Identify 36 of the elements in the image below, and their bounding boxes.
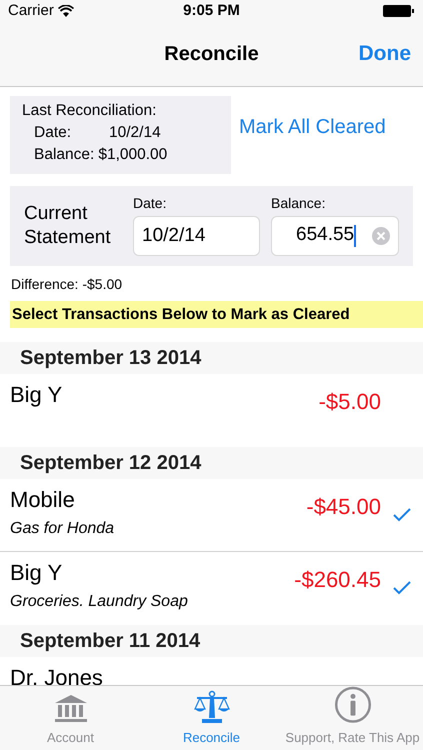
date-label: Date:	[133, 194, 168, 212]
note-text: Gas for Honda	[10, 519, 114, 539]
note-text: Groceries. Laundry Soap	[10, 592, 188, 612]
date-label: Date:	[34, 123, 72, 143]
nav-title: Reconcile	[164, 42, 259, 67]
date-field[interactable]: 10/2/14	[133, 216, 260, 256]
instruction-banner: Select Transactions Below to Mark as Cleared	[10, 301, 423, 328]
difference-text: Difference: -$5.00	[10, 275, 124, 293]
carrier-label: Carrier	[8, 0, 54, 21]
tab-bar-item[interactable]: Reconcile	[141, 686, 282, 750]
scale-icon	[194, 690, 230, 724]
payee-text: Mobile	[10, 487, 76, 513]
balance-label: Balance:	[271, 194, 326, 212]
status-time: 9:05 PM	[183, 0, 240, 21]
done-button[interactable]: Done	[358, 38, 411, 70]
wifi-icon	[58, 5, 74, 17]
section-header: September 11 2014	[0, 625, 423, 657]
current-statement-label: Current Statement	[24, 202, 112, 250]
last-reconciliation-heading: Last Reconciliation:	[22, 101, 158, 121]
balance-label: Balance:	[34, 145, 94, 165]
payee-text: Dr. Jones	[10, 665, 103, 685]
info-icon	[334, 686, 372, 724]
section-header: September 13 2014	[0, 342, 423, 374]
last-balance: $1,000.00	[98, 145, 168, 165]
section-header: September 12 2014	[0, 447, 423, 479]
mark-all-cleared-button[interactable]: Mark All Cleared	[239, 112, 386, 142]
amount-text: -$260.45	[294, 566, 381, 594]
balance-field[interactable]: 654.55	[271, 216, 399, 256]
battery-icon	[383, 5, 415, 17]
amount-text: -$5.00	[318, 388, 381, 416]
amount-text: -$45.00	[306, 493, 381, 521]
payee-text: Big Y	[10, 560, 64, 586]
payee-text: Big Y	[10, 382, 62, 408]
last-date: 10/2/14	[109, 123, 161, 143]
bank-icon	[54, 694, 88, 724]
clear-icon[interactable]	[372, 226, 390, 244]
